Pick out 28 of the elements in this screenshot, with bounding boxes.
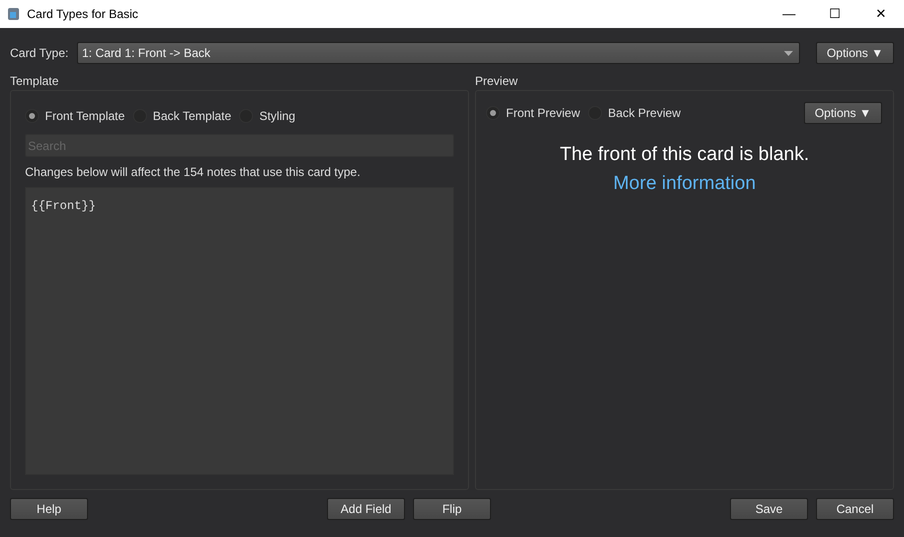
window-title: Card Types for Basic bbox=[27, 6, 138, 23]
template-editor[interactable]: {{Front}} bbox=[25, 187, 454, 475]
minimize-button[interactable]: — bbox=[766, 0, 812, 28]
radio-label: Front Template bbox=[45, 108, 125, 125]
add-field-button[interactable]: Add Field bbox=[327, 498, 405, 520]
radio-label: Styling bbox=[259, 108, 296, 125]
radio-label: Back Preview bbox=[608, 105, 681, 122]
close-button[interactable]: ✕ bbox=[858, 0, 904, 28]
section-title: Preview bbox=[475, 73, 519, 90]
radio-label: Front Preview bbox=[506, 105, 580, 122]
section-title: Template bbox=[10, 73, 60, 90]
radio-button[interactable] bbox=[25, 109, 39, 123]
dropdown-arrow-icon bbox=[784, 50, 793, 56]
app-icon bbox=[7, 7, 20, 21]
options-button[interactable]: Options ▼ bbox=[804, 102, 882, 124]
help-button[interactable]: Help bbox=[10, 498, 88, 520]
cancel-button[interactable]: Cancel bbox=[816, 498, 894, 520]
save-button[interactable]: Save bbox=[730, 498, 808, 520]
notice-text: Changes below will affect the 154 notes that use this card type. bbox=[25, 164, 362, 181]
card-type-label: Card Type: bbox=[10, 45, 70, 62]
flip-button[interactable]: Flip bbox=[413, 498, 491, 520]
more-information-link[interactable]: More information bbox=[613, 170, 756, 198]
card-type-dropdown[interactable]: 1: Card 1: Front -> Back bbox=[77, 42, 800, 64]
blank-card-message: The front of this card is blank. bbox=[560, 143, 810, 167]
maximize-button[interactable]: ☐ bbox=[812, 0, 858, 28]
radio-button[interactable] bbox=[486, 106, 500, 120]
options-button[interactable]: Options ▼ bbox=[816, 42, 894, 64]
radio-label: Back Template bbox=[152, 108, 232, 125]
